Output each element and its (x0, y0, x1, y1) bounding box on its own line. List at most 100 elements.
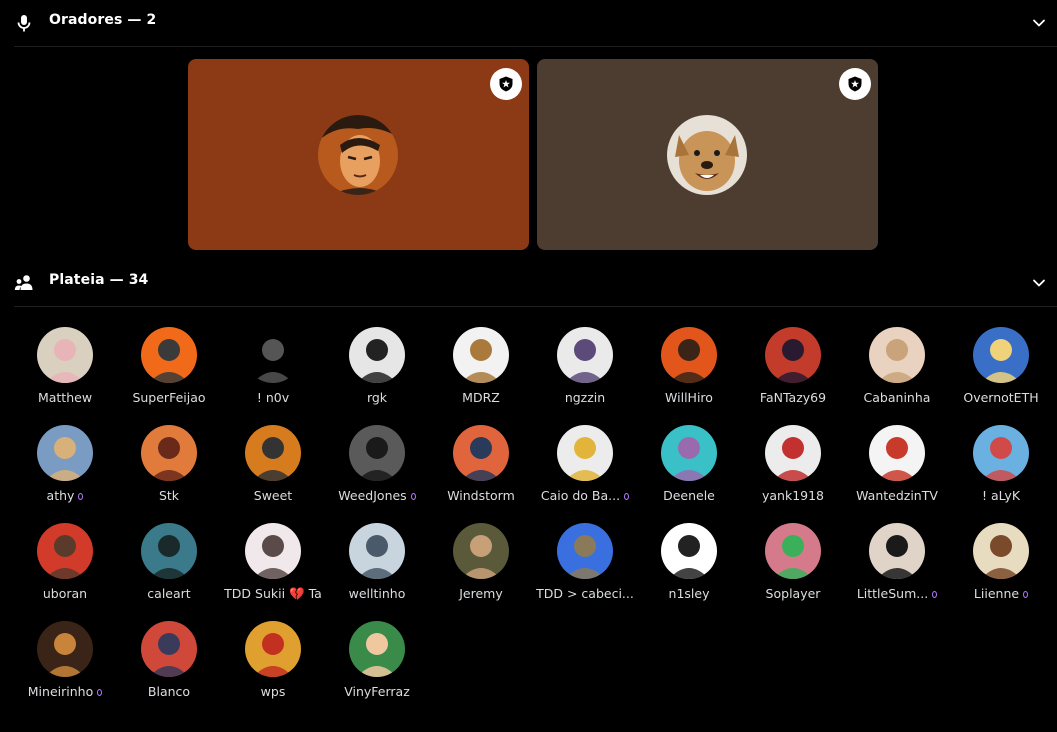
audience-member[interactable]: MDRZ (429, 327, 533, 417)
avatar (765, 327, 821, 383)
divider (14, 46, 1057, 47)
member-name-text: rgk (366, 390, 388, 405)
speakers-header[interactable]: Oradores — 2 (0, 2, 1057, 42)
member-name: Blanco (117, 684, 221, 699)
audience-member[interactable]: LittleSum... (845, 523, 949, 613)
nitro-badge-icon (932, 591, 938, 598)
member-name-text: Windstorm (447, 488, 515, 503)
audience-member[interactable]: Soplayer (741, 523, 845, 613)
avatar (661, 425, 717, 481)
member-name: yank1918 (741, 488, 845, 503)
audience-member[interactable]: WillHiro (637, 327, 741, 417)
avatar (318, 115, 398, 195)
member-name: LittleSum... (845, 586, 949, 601)
member-name-text: OvernotETH (963, 390, 1039, 405)
audience-member[interactable]: TDD > cabeci... (533, 523, 637, 613)
audience-member[interactable]: wps (221, 621, 325, 711)
audience-member[interactable]: FaNTazy69 (741, 327, 845, 417)
audience-member[interactable]: Windstorm (429, 425, 533, 515)
audience-member[interactable]: ! aLyK (949, 425, 1053, 515)
avatar (37, 523, 93, 579)
member-name-text: WillHiro (665, 390, 713, 405)
member-name: Cabaninha (845, 390, 949, 405)
audience-member[interactable]: ! n0v (221, 327, 325, 417)
member-name: Windstorm (429, 488, 533, 503)
audience-member[interactable]: rgk (325, 327, 429, 417)
member-name-text: uboran (42, 586, 88, 601)
audience-title: Plateia — 34 (49, 272, 149, 288)
member-name-text: Stk (158, 488, 180, 503)
avatar (557, 523, 613, 579)
divider (14, 306, 1057, 307)
audience-member[interactable]: yank1918 (741, 425, 845, 515)
avatar (453, 327, 509, 383)
audience-member[interactable]: Blanco (117, 621, 221, 711)
chevron-down-icon[interactable] (1031, 15, 1047, 31)
audience-member[interactable]: WeedJones (325, 425, 429, 515)
audience-member[interactable]: Jeremy (429, 523, 533, 613)
member-name-text: yank1918 (761, 488, 825, 503)
audience-member[interactable]: OvernotETH (949, 327, 1053, 417)
avatar (869, 327, 925, 383)
audience-member[interactable]: welltinho (325, 523, 429, 613)
member-name-text: WeedJones (338, 488, 407, 503)
audience-member[interactable]: Mineirinho (13, 621, 117, 711)
avatar (141, 523, 197, 579)
member-name-text: caleart (147, 586, 191, 601)
audience-member[interactable]: uboran (13, 523, 117, 613)
audience-header[interactable]: Plateia — 34 (0, 262, 1057, 302)
avatar (245, 621, 301, 677)
member-name: FaNTazy69 (741, 390, 845, 405)
microphone-icon (17, 15, 31, 32)
member-name-text: LittleSum... (856, 586, 929, 601)
audience-member[interactable]: Matthew (13, 327, 117, 417)
speakers-title: Oradores — 2 (49, 12, 157, 28)
audience-member[interactable]: Liienne (949, 523, 1053, 613)
audience-member[interactable]: ngzzin (533, 327, 637, 417)
member-name-text: Soplayer (765, 586, 821, 601)
audience-member[interactable]: TDD Sukii 💔 Ta (221, 523, 325, 613)
member-name-text: wps (260, 684, 286, 699)
audience-member[interactable]: athy (13, 425, 117, 515)
audience-member[interactable]: VinyFerraz (325, 621, 429, 711)
member-name: OvernotETH (949, 390, 1053, 405)
member-name: ngzzin (533, 390, 637, 405)
speaker-tile[interactable] (537, 59, 878, 250)
audience-member[interactable]: caleart (117, 523, 221, 613)
member-name: wps (221, 684, 325, 699)
member-name: rgk (325, 390, 429, 405)
member-name-text: Deenele (663, 488, 715, 503)
member-name: caleart (117, 586, 221, 601)
avatar (973, 523, 1029, 579)
avatar (667, 115, 747, 195)
audience-member[interactable]: WantedzinTV (845, 425, 949, 515)
member-name-text: VinyFerraz (344, 684, 410, 699)
speaker-tile[interactable] (188, 59, 529, 250)
audience-member[interactable]: Cabaninha (845, 327, 949, 417)
audience-member[interactable]: Caio do Ba... (533, 425, 637, 515)
audience-member[interactable]: n1sley (637, 523, 741, 613)
audience-member[interactable]: SuperFeijao (117, 327, 221, 417)
nitro-badge-icon (410, 493, 416, 500)
avatar (453, 523, 509, 579)
member-name-text: Jeremy (459, 586, 503, 601)
avatar (349, 425, 405, 481)
member-name: TDD Sukii 💔 Ta (221, 586, 325, 602)
avatar (765, 523, 821, 579)
member-name-text: welltinho (348, 586, 406, 601)
avatar (141, 621, 197, 677)
member-name-text: Matthew (37, 390, 93, 405)
audience-member[interactable]: Sweet (221, 425, 325, 515)
avatar (349, 327, 405, 383)
member-name: uboran (13, 586, 117, 601)
member-name-text: WantedzinTV (856, 488, 938, 503)
chevron-down-icon[interactable] (1031, 275, 1047, 291)
member-name: ! aLyK (949, 488, 1053, 503)
nitro-badge-icon (1023, 591, 1029, 598)
audience-member[interactable]: Stk (117, 425, 221, 515)
member-name-text: Liienne (973, 586, 1020, 601)
member-name-text: ! aLyK (981, 488, 1021, 503)
people-icon (14, 275, 33, 290)
audience-member[interactable]: Deenele (637, 425, 741, 515)
avatar (661, 523, 717, 579)
